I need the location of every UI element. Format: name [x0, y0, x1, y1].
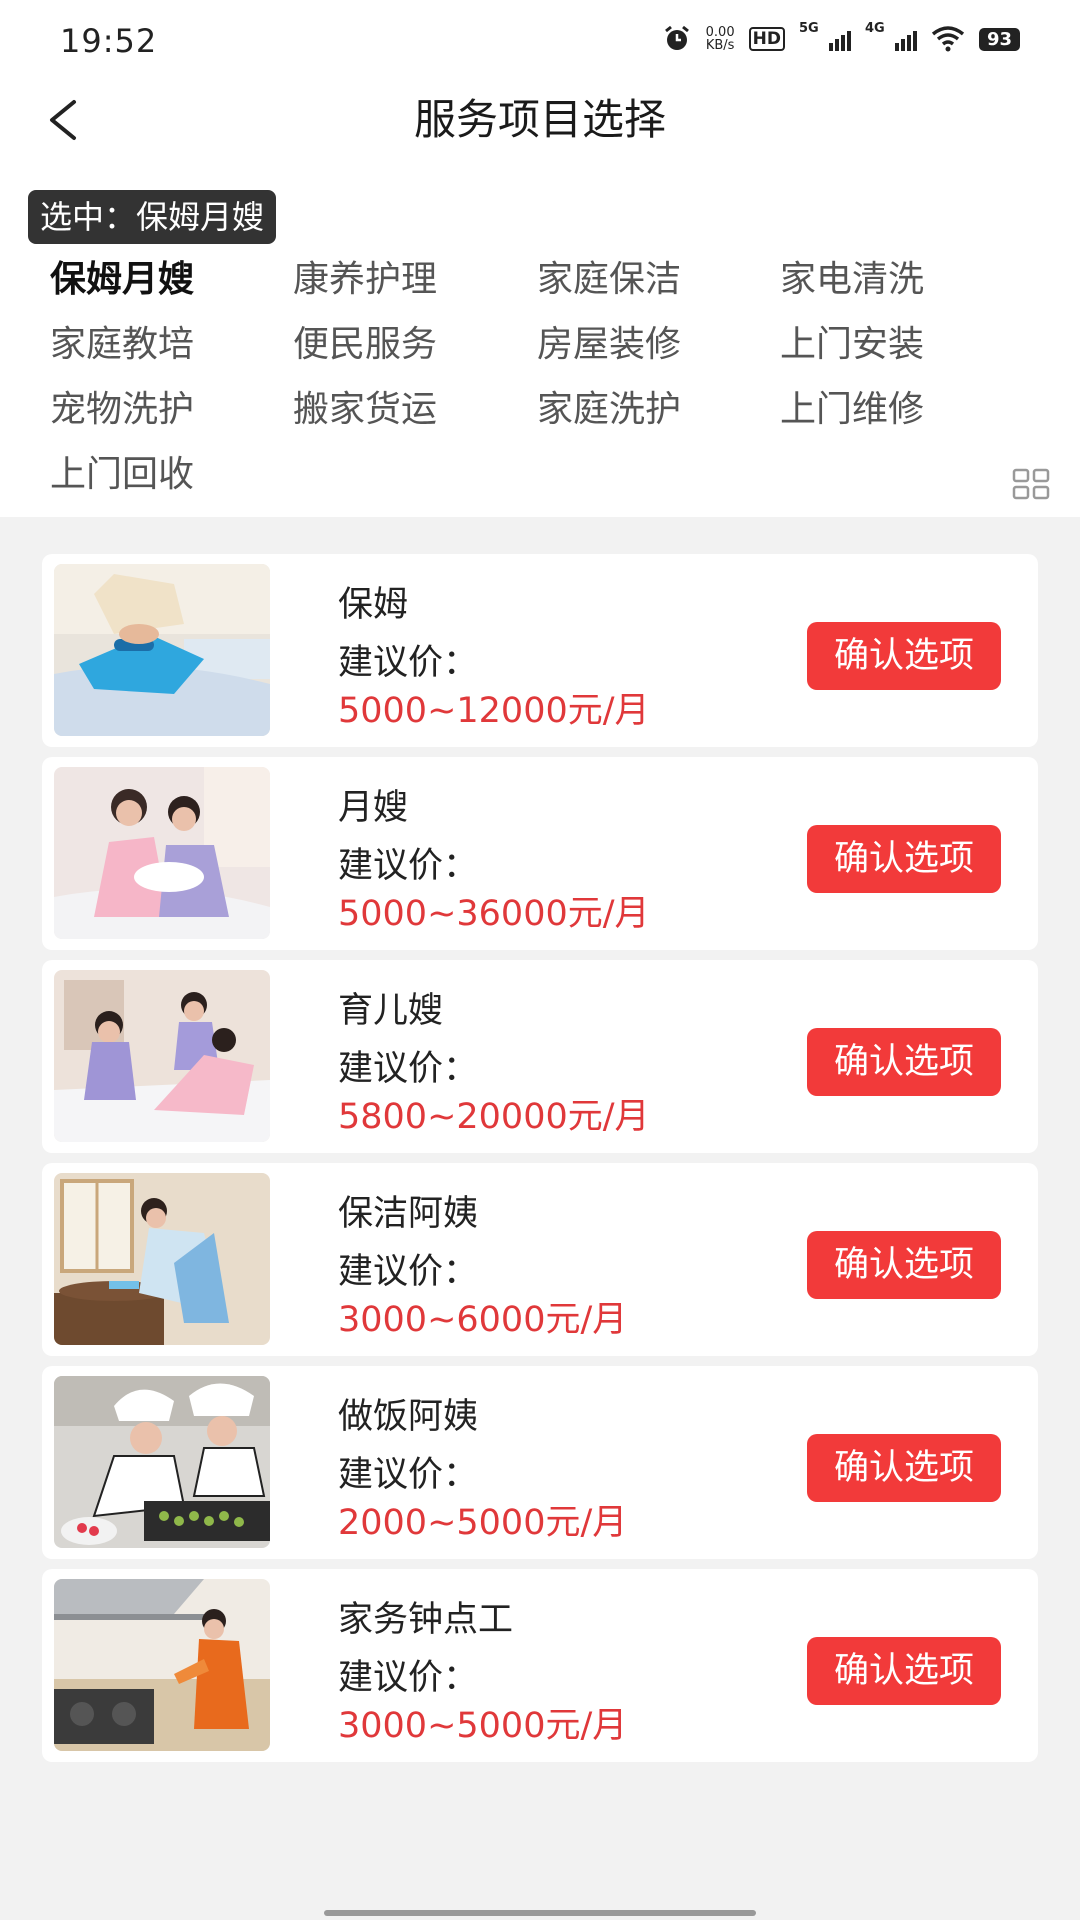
- category-item[interactable]: 上门回收: [50, 447, 194, 503]
- service-card: 做饭阿姨 建议价： 2000~5000元/月 确认选项: [42, 1366, 1038, 1559]
- service-card: 月嫂 建议价： 5000~36000元/月 确认选项: [42, 757, 1038, 950]
- selected-tag: 选中：保姆月嫂: [28, 190, 277, 244]
- back-button[interactable]: [40, 92, 90, 148]
- service-price: 5000~12000元/月: [338, 691, 650, 731]
- status-time: 19:52: [60, 22, 158, 60]
- service-card: 保姆 建议价： 5000~12000元/月 确认选项: [42, 554, 1038, 747]
- service-name: 家务钟点工: [338, 1600, 514, 1640]
- wifi-icon: [931, 26, 965, 52]
- confirm-button[interactable]: 确认选项: [807, 1231, 1001, 1299]
- page-title: 服务项目选择: [413, 95, 666, 144]
- service-name: 保姆: [338, 585, 409, 625]
- alarm-icon: [664, 25, 689, 50]
- service-image: [54, 1376, 270, 1548]
- category-item[interactable]: 房屋装修: [537, 317, 681, 373]
- service-price: 5000~36000元/月: [338, 894, 650, 934]
- service-image: [54, 767, 270, 939]
- category-item[interactable]: 宠物洗护: [50, 382, 194, 438]
- category-item[interactable]: 家庭保洁: [537, 252, 681, 308]
- confirm-button[interactable]: 确认选项: [807, 622, 1001, 690]
- hd-icon: HD: [748, 27, 785, 51]
- category-item[interactable]: 家庭教培: [50, 317, 194, 373]
- category-item[interactable]: 上门安装: [780, 317, 924, 373]
- service-name: 保洁阿姨: [338, 1194, 479, 1234]
- network-speed: 0.00 KB/s: [706, 26, 735, 52]
- service-name: 育儿嫂: [338, 991, 444, 1031]
- confirm-button[interactable]: 确认选项: [807, 1434, 1001, 1502]
- confirm-button[interactable]: 确认选项: [807, 1028, 1001, 1096]
- selected-prefix: 选中：: [40, 198, 137, 236]
- service-card: 育儿嫂 建议价： 5800~20000元/月 确认选项: [42, 960, 1038, 1153]
- signal-5g-label: 5G: [798, 21, 819, 36]
- price-label: 建议价：: [338, 1049, 479, 1089]
- service-price: 3000~5000元/月: [338, 1706, 628, 1746]
- service-price: 2000~5000元/月: [338, 1503, 628, 1543]
- signal-5g-icon: 5G: [799, 21, 851, 51]
- signal-4g-icon: 4G: [865, 21, 917, 51]
- service-price: 3000~6000元/月: [338, 1300, 628, 1340]
- service-image: [54, 1579, 270, 1751]
- price-label: 建议价：: [338, 846, 479, 886]
- signal-4g-label: 4G: [864, 21, 885, 36]
- selected-value: 保姆月嫂: [136, 198, 265, 236]
- status-bar: 19:52 0.00 KB/s HD 5G 4G 93: [0, 0, 1080, 82]
- price-label: 建议价：: [338, 1658, 479, 1698]
- category-item[interactable]: 便民服务: [293, 317, 437, 373]
- back-arrow-icon: [50, 100, 76, 140]
- category-item[interactable]: 保姆月嫂: [50, 252, 194, 308]
- grid-view-icon[interactable]: [1012, 468, 1050, 500]
- price-label: 建议价：: [338, 1252, 479, 1292]
- service-price: 5800~20000元/月: [338, 1097, 650, 1137]
- home-indicator[interactable]: [324, 1910, 756, 1916]
- service-image: [54, 970, 270, 1142]
- status-icons: 0.00 KB/s HD 5G 4G 93: [662, 21, 1020, 54]
- price-label: 建议价：: [338, 1455, 479, 1495]
- price-label: 建议价：: [338, 643, 479, 683]
- service-card: 保洁阿姨 建议价： 3000~6000元/月 确认选项: [42, 1163, 1038, 1356]
- battery-icon: 93: [978, 27, 1020, 51]
- category-item[interactable]: 家电清洗: [780, 252, 924, 308]
- confirm-button[interactable]: 确认选项: [807, 825, 1001, 893]
- confirm-button[interactable]: 确认选项: [807, 1637, 1001, 1705]
- category-item[interactable]: 家庭洗护: [537, 382, 681, 438]
- service-image: [54, 564, 270, 736]
- service-image: [54, 1173, 270, 1345]
- service-card: 家务钟点工 建议价： 3000~5000元/月 确认选项: [42, 1569, 1038, 1762]
- category-item[interactable]: 搬家货运: [293, 382, 437, 438]
- category-item[interactable]: 康养护理: [293, 252, 437, 308]
- category-item[interactable]: 上门维修: [780, 382, 924, 438]
- service-name: 月嫂: [338, 788, 409, 828]
- service-name: 做饭阿姨: [338, 1397, 479, 1437]
- net-speed-unit: KB/s: [705, 38, 735, 53]
